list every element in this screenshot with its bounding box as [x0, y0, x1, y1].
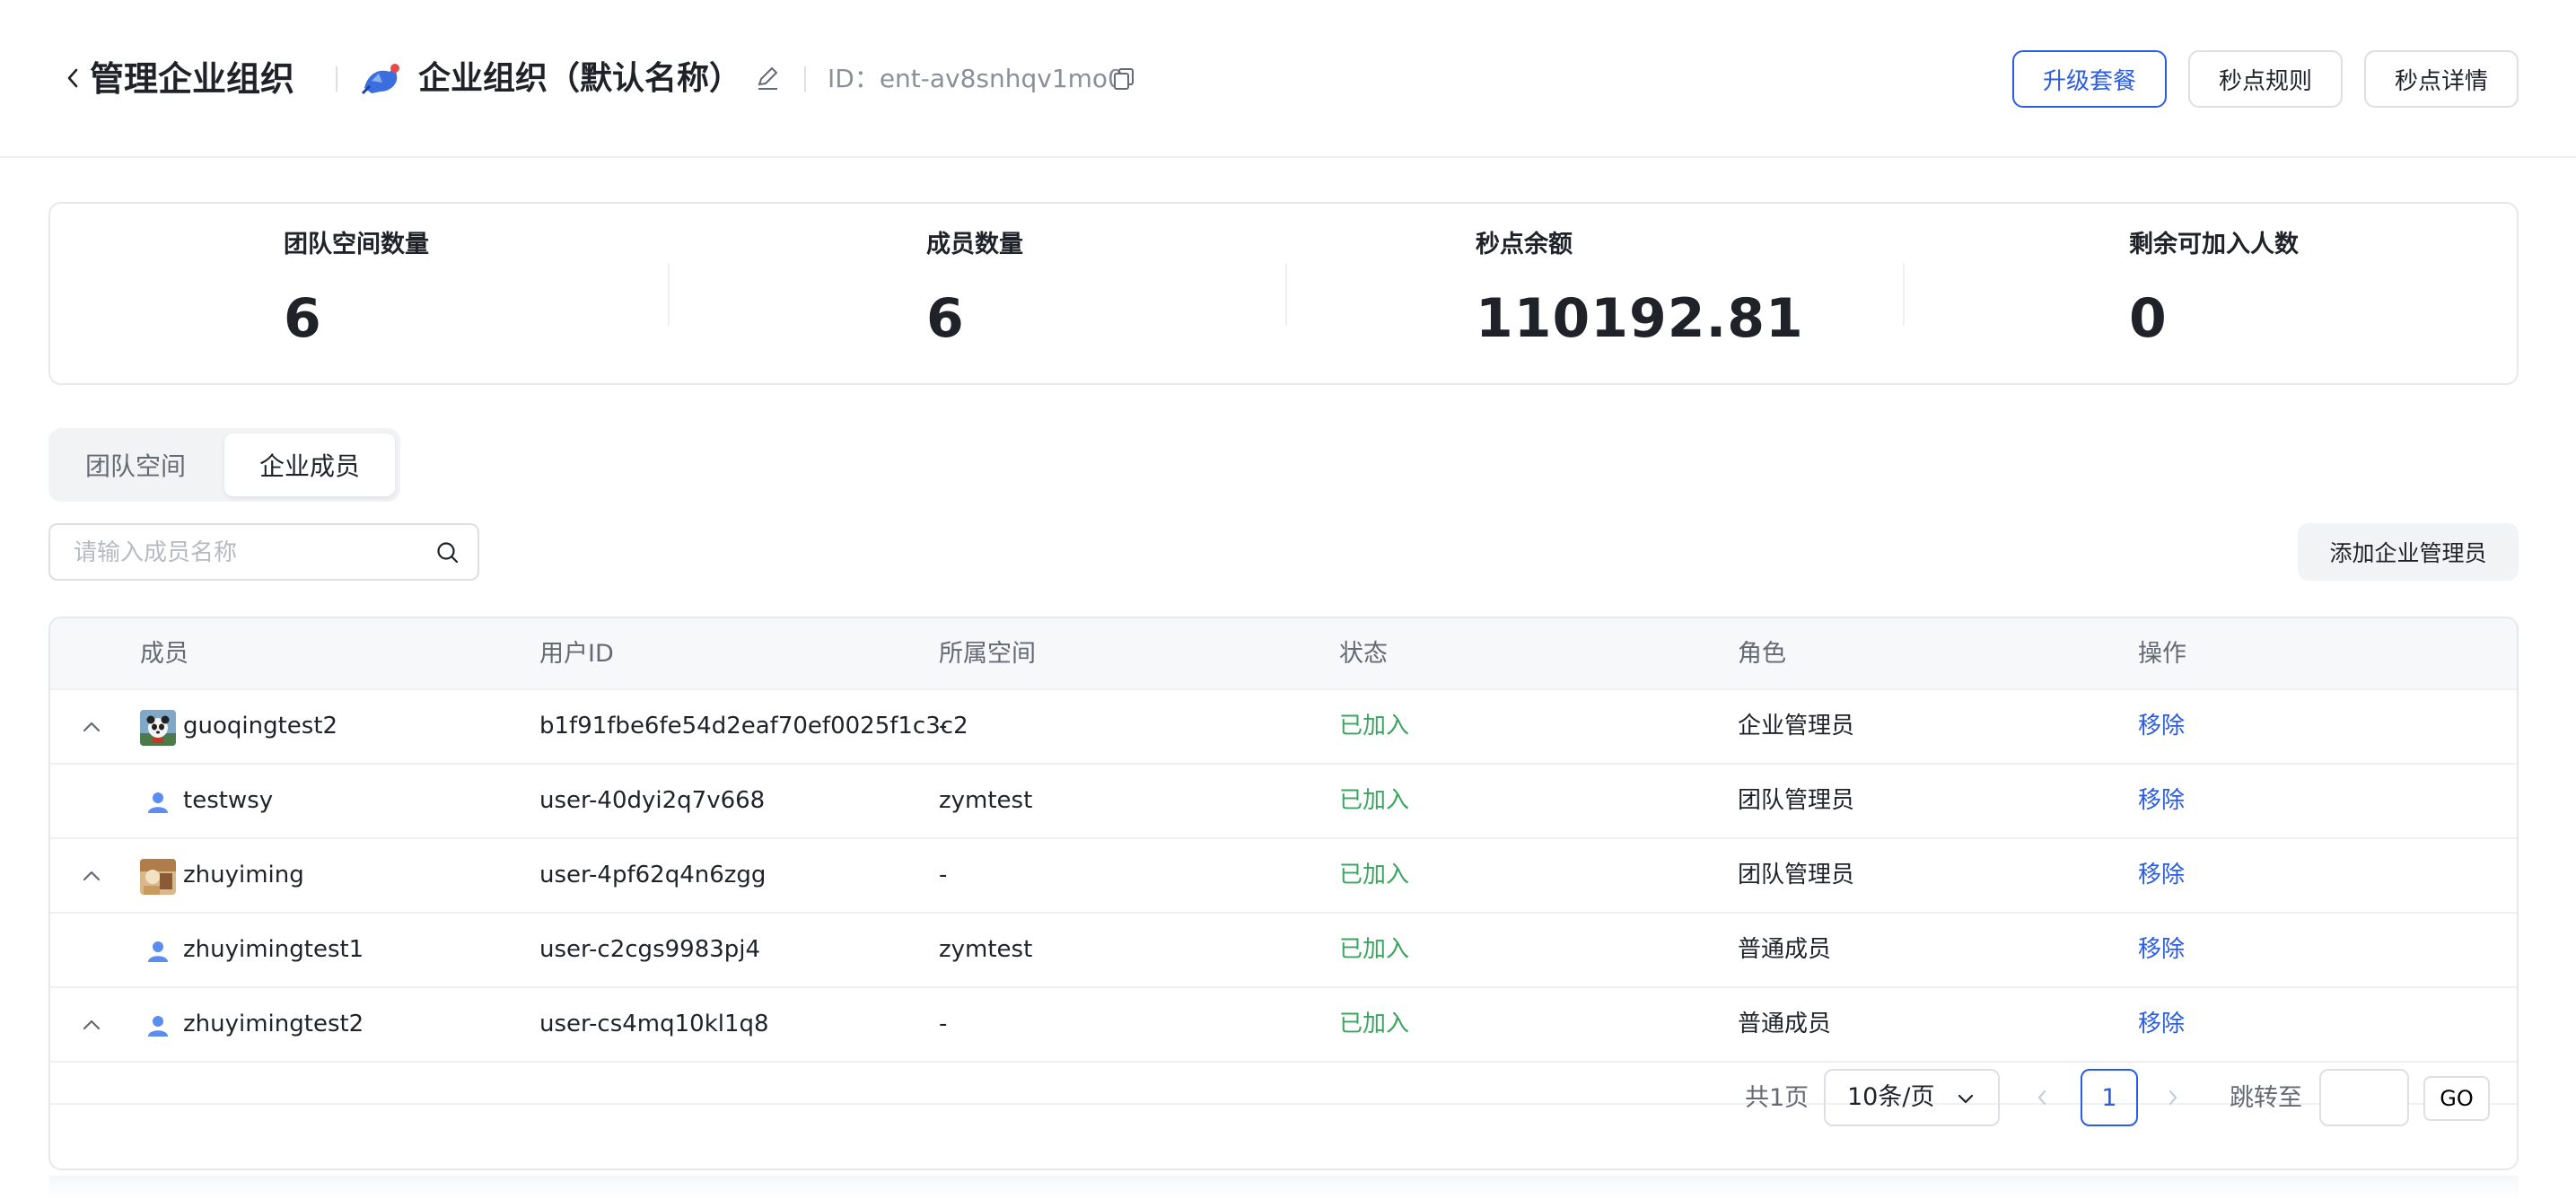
stat-value: 6	[284, 287, 322, 350]
member-name: zhuyimingtest2	[183, 1011, 364, 1037]
user-id: user-40dyi2q7v668	[539, 787, 766, 814]
member-role: 普通成员	[1738, 936, 1832, 963]
status-badge: 已加入	[1339, 1011, 1410, 1037]
org-logo-icon	[361, 64, 399, 95]
table-row: guoqingtest2 b1f91fbe6fe54d2eaf70ef0025f…	[50, 690, 2517, 765]
member-space: zymtest	[939, 787, 1033, 814]
upgrade-plan-button[interactable]: 升级套餐	[2012, 50, 2167, 108]
chevron-left-icon[interactable]	[63, 65, 83, 92]
bottom-fade	[48, 1176, 2519, 1199]
search-icon[interactable]	[434, 539, 461, 566]
search-input[interactable]	[72, 532, 416, 573]
user-id: user-c2cgs9983pj4	[539, 936, 761, 963]
status-badge: 已加入	[1339, 862, 1410, 888]
jump-to-label: 跳转至	[2230, 1084, 2302, 1112]
stat-value: 0	[2129, 287, 2168, 350]
org-id: ID：ent-av8snhqv1mo0	[828, 64, 1124, 93]
column-header-user-id: 用户ID	[539, 640, 614, 668]
table-row: zhuyimingtest2 user-cs4mq10kl1q8 - 已加入 普…	[50, 988, 2517, 1063]
go-button[interactable]: GO	[2423, 1076, 2490, 1121]
panda-avatar	[140, 710, 176, 746]
column-header-status: 状态	[1339, 640, 1388, 668]
stat-label: 团队空间数量	[284, 231, 429, 258]
photo-avatar	[140, 859, 176, 895]
status-badge: 已加入	[1339, 713, 1410, 740]
add-admin-button[interactable]: 添加企业管理员	[2298, 523, 2519, 581]
column-header-member: 成员	[140, 640, 188, 668]
tab-bar: 团队空间 企业成员	[48, 428, 400, 502]
user-id: user-4pf62q4n6zgg	[539, 862, 767, 888]
stat-team-spaces: 团队空间数量 6	[50, 204, 668, 383]
stat-label: 秒点余额	[1476, 231, 1573, 258]
column-header-space: 所属空间	[939, 640, 1036, 668]
user-icon	[140, 1008, 176, 1044]
stat-members: 成员数量 6	[668, 204, 1285, 383]
org-name: 企业组织（默认名称）	[418, 60, 742, 97]
pagination-total: 共1页	[1745, 1084, 1809, 1112]
user-icon	[140, 933, 176, 969]
points-details-button[interactable]: 秒点详情	[2364, 50, 2519, 108]
copy-icon[interactable]	[1111, 66, 1136, 92]
member-role: 团队管理员	[1738, 862, 1855, 888]
remove-member-link[interactable]: 移除	[2138, 932, 2185, 967]
stat-remaining-seats: 剩余可加入人数 0	[1903, 204, 2517, 383]
stats-panel: 团队空间数量 6 成员数量 6 秒点余额 110192.81 剩余可加入人数 0	[48, 202, 2519, 385]
table-row: testwsy user-40dyi2q7v668 zymtest 已加入 团队…	[50, 765, 2517, 839]
member-space: zymtest	[939, 936, 1033, 963]
header-divider	[336, 66, 337, 92]
status-badge: 已加入	[1339, 936, 1410, 963]
chevron-up-icon[interactable]	[77, 862, 106, 889]
table-body: guoqingtest2 b1f91fbe6fe54d2eaf70ef0025f…	[50, 690, 2517, 1103]
page-size-select[interactable]: 10条/页	[1824, 1069, 2000, 1126]
user-id: b1f91fbe6fe54d2eaf70ef0025f1c3c2	[539, 713, 968, 740]
column-header-role: 角色	[1738, 640, 1786, 668]
column-header-action: 操作	[2138, 640, 2186, 668]
status-badge: 已加入	[1339, 787, 1410, 814]
member-role: 普通成员	[1738, 1011, 1832, 1037]
remove-member-link[interactable]: 移除	[2138, 1006, 2185, 1042]
member-name: testwsy	[183, 787, 274, 814]
member-name: guoqingtest2	[183, 713, 338, 740]
member-role: 企业管理员	[1738, 713, 1855, 740]
chevron-up-icon[interactable]	[77, 713, 106, 740]
remove-member-link[interactable]: 移除	[2138, 783, 2185, 818]
stat-value: 110192.81	[1476, 287, 1804, 350]
page-size-label: 10条/页	[1847, 1083, 1935, 1111]
tab-enterprise-members[interactable]: 企业成员	[224, 433, 395, 496]
tab-team-spaces[interactable]: 团队空间	[54, 433, 217, 496]
stat-points-balance: 秒点余额 110192.81	[1285, 204, 1903, 383]
chevron-left-icon[interactable]	[2032, 1082, 2052, 1113]
pagination-area	[50, 1103, 2517, 1168]
page-number-current[interactable]: 1	[2081, 1069, 2138, 1126]
member-name: zhuyimingtest1	[183, 936, 364, 963]
member-space: -	[939, 1011, 948, 1037]
page-header: 管理企业组织 企业组织（默认名称） ID：ent-av8snhqv1mo0 升级…	[0, 0, 2576, 158]
table-row: zhuyimingtest1 user-c2cgs9983pj4 zymtest…	[50, 914, 2517, 988]
stat-value: 6	[926, 287, 965, 350]
points-rules-button[interactable]: 秒点规则	[2188, 50, 2343, 108]
header-divider	[804, 66, 806, 92]
page-title: 管理企业组织	[90, 59, 295, 99]
member-space: -	[939, 713, 948, 740]
user-icon	[140, 784, 176, 820]
stat-label: 剩余可加入人数	[2129, 231, 2299, 258]
user-id: user-cs4mq10kl1q8	[539, 1011, 769, 1037]
member-role: 团队管理员	[1738, 787, 1855, 814]
remove-member-link[interactable]: 移除	[2138, 857, 2185, 893]
remove-member-link[interactable]: 移除	[2138, 708, 2185, 744]
table-row: zhuyiming user-4pf62q4n6zgg - 已加入 团队管理员 …	[50, 839, 2517, 914]
table-header: 成员 用户ID 所属空间 状态 角色 操作	[50, 618, 2517, 690]
search-box	[48, 523, 479, 581]
chevron-down-icon	[1958, 1094, 1974, 1104]
chevron-up-icon[interactable]	[77, 1011, 106, 1038]
stat-label: 成员数量	[926, 231, 1023, 258]
edit-icon[interactable]	[754, 65, 781, 92]
jump-page-input[interactable]	[2319, 1069, 2409, 1126]
member-name: zhuyiming	[183, 862, 304, 888]
members-table: 成员 用户ID 所属空间 状态 角色 操作 guoqingtest2 b1f91…	[48, 617, 2519, 1170]
chevron-right-icon[interactable]	[2163, 1082, 2183, 1113]
member-space: -	[939, 862, 948, 888]
